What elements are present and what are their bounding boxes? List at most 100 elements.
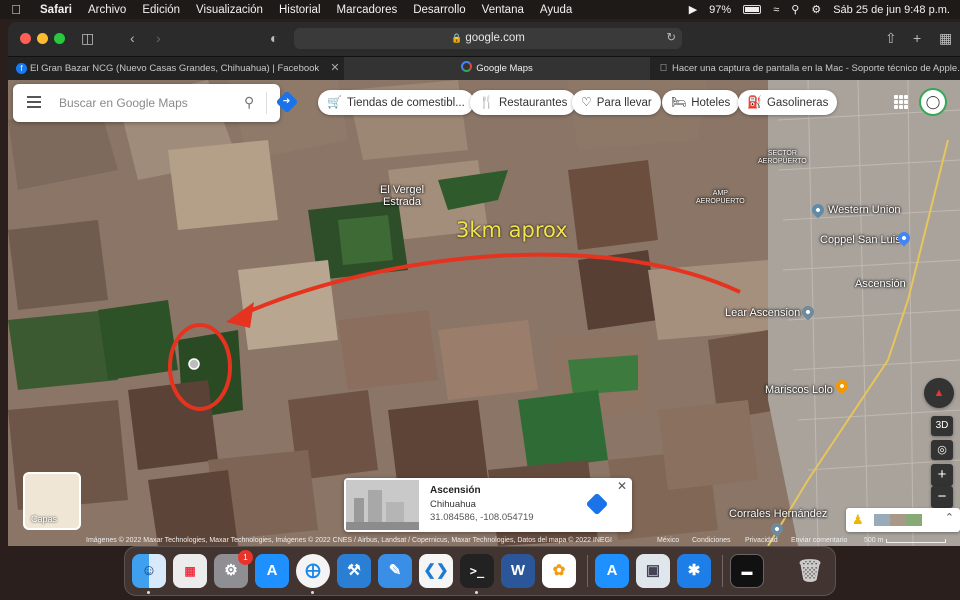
terms-link[interactable]: Condiciones (692, 536, 731, 546)
label-lear[interactable]: Lear Ascension (725, 307, 800, 319)
apple-icon:  (658, 63, 669, 74)
place-info-card[interactable]: Ascensión Chihuahua 31.084586, -108.0547… (344, 478, 632, 532)
clock[interactable]: Sáb 25 de jun 9:48 p.m. (833, 4, 950, 16)
dock: ☺ ▦ ⚙ 1 A ⨁ ⚒ ✎ ❮❯ >_ W ✿ A ▣ ✱ ▬ 🗑 (124, 546, 836, 596)
launchpad-icon[interactable]: ▦ (173, 554, 207, 588)
search-icon[interactable]: ⚲ (244, 94, 254, 111)
menu-marcadores[interactable]: Marcadores (329, 4, 406, 16)
running-indicator (311, 591, 314, 594)
battery-percent[interactable]: 97% (709, 4, 731, 16)
menu-ventana[interactable]: Ventana (474, 4, 532, 16)
bluetooth-icon[interactable]: ✱ (677, 554, 711, 588)
zoom-window-button[interactable] (54, 33, 65, 44)
expand-chevron-icon[interactable]: ⌃ (945, 511, 954, 524)
tab-google-maps[interactable]: Google Maps (344, 57, 650, 80)
google-apps-icon[interactable] (894, 95, 908, 109)
label-ascension[interactable]: Ascensión (855, 278, 906, 290)
url-text: google.com (465, 32, 525, 44)
app-store-icon[interactable]: A (255, 554, 289, 588)
label-corrales[interactable]: Corrales Hernández (729, 508, 827, 520)
map-attribution: Imágenes © 2022 Maxar Technologies, Maxa… (8, 536, 960, 546)
share-icon[interactable]: ⇧ (885, 30, 897, 46)
privacy-shield-icon[interactable]: ◐ (270, 30, 278, 46)
card-directions-icon[interactable] (585, 492, 609, 516)
chip-gas-stations[interactable]: ⛽ Gasolineras (738, 90, 838, 115)
notification-badge: 1 (238, 550, 253, 565)
label-el-vergel[interactable]: El Vergel Estrada (380, 184, 424, 208)
label-amp-aeropuerto[interactable]: AMP AEROPUERTO (696, 190, 745, 206)
browser-toolbar: ◫ ‹ › ◐ 🔒 google.com ↻ ⇧ + ▦ (8, 22, 960, 56)
search-input[interactable] (59, 92, 229, 114)
place-thumbnail[interactable] (346, 480, 419, 530)
preview-icon[interactable]: ▣ (636, 554, 670, 588)
label-coppel[interactable]: Coppel San Luis (820, 234, 901, 246)
scale-label[interactable]: 500 m (864, 536, 883, 546)
google-icon (461, 61, 473, 72)
menu-desarrollo[interactable]: Desarrollo (405, 4, 473, 16)
place-coordinates: 31.084586, -108.054719 (430, 512, 534, 523)
my-location-button[interactable]: ◎ (931, 440, 953, 460)
menu-edicion[interactable]: Edición (134, 4, 188, 16)
tab-close-button[interactable]: ✕ (326, 57, 344, 80)
close-window-button[interactable] (20, 33, 31, 44)
card-close-icon[interactable]: ✕ (617, 479, 627, 493)
photos-icon[interactable]: ✿ (542, 554, 576, 588)
chip-restaurants[interactable]: 🍴 Restaurantes (470, 90, 577, 115)
chip-groceries[interactable]: 🛒 Tiendas de comestibl... (318, 90, 474, 115)
search-box: ⚲ (13, 84, 280, 122)
chip-takeout[interactable]: ♡ Para llevar (572, 90, 661, 115)
terminal-icon[interactable]: >_ (460, 554, 494, 588)
menu-historial[interactable]: Historial (271, 4, 329, 16)
bed-icon: 🛏 (671, 95, 687, 109)
xcode-icon[interactable]: ⚒ (337, 554, 371, 588)
back-icon[interactable]: ‹ (130, 30, 135, 46)
menu-safari[interactable]: Safari (32, 4, 80, 16)
word-icon[interactable]: W (501, 554, 535, 588)
tab-apple-support[interactable]:  Hacer una captura de pantalla en la Ma… (650, 57, 960, 80)
wifi-icon[interactable]: ≈ (773, 4, 779, 16)
forward-icon[interactable]: › (156, 30, 161, 46)
zoom-out-button[interactable]: − (931, 486, 953, 508)
account-avatar[interactable]: ◯ (919, 88, 947, 116)
apple-menu-icon[interactable]:  (0, 2, 32, 17)
new-tab-icon[interactable]: + (913, 30, 921, 46)
tab-facebook[interactable]: f El Gran Bazar NCG (Nuevo Casas Grandes… (8, 57, 326, 80)
now-playing-icon[interactable]: ▶ (689, 3, 697, 16)
battery-icon[interactable] (743, 5, 762, 14)
label-mariscos[interactable]: Mariscos Lolo (765, 384, 833, 396)
system-settings-icon[interactable]: ⚙ 1 (214, 550, 253, 588)
control-center-icon[interactable]: ⚙ (811, 3, 821, 16)
pegman-icon[interactable]: ♟ (852, 512, 864, 528)
hamburger-menu-icon[interactable] (27, 96, 41, 111)
chip-hotels[interactable]: 🛏 Hoteles (662, 90, 740, 115)
menu-ayuda[interactable]: Ayuda (532, 4, 580, 16)
safari-icon[interactable]: ⨁ (296, 554, 330, 588)
view-3d-button[interactable]: 3D (931, 416, 953, 436)
spotlight-icon[interactable]: ⚲ (791, 3, 799, 16)
zoom-in-button[interactable]: + (931, 464, 953, 486)
reload-icon[interactable]: ↻ (666, 28, 676, 49)
my-location-icon: ◎ (937, 444, 947, 456)
screen-window-icon[interactable]: ▬ (730, 554, 764, 588)
map-canvas[interactable]: El Vergel Estrada SECTOR AEROPUERTO AMP … (8, 80, 960, 546)
compass-control[interactable]: ▲ (924, 378, 954, 408)
address-bar[interactable]: 🔒 google.com ↻ (294, 28, 682, 49)
menu-archivo[interactable]: Archivo (80, 4, 134, 16)
trash-icon[interactable]: 🗑 (793, 554, 827, 588)
tab-overview-icon[interactable]: ▦ (939, 30, 952, 46)
instruments-icon[interactable]: A (595, 554, 629, 588)
minimize-window-button[interactable] (37, 33, 48, 44)
running-indicator (475, 591, 478, 594)
label-western-union[interactable]: Western Union (828, 204, 901, 216)
feedback-link[interactable]: Enviar comentario (791, 536, 847, 546)
menu-visualizacion[interactable]: Visualización (188, 4, 271, 16)
sidebar-toggle-icon[interactable]: ◫ (81, 30, 94, 46)
label-sector-aeropuerto[interactable]: SECTOR AEROPUERTO (758, 150, 807, 166)
finder-icon[interactable]: ☺ (132, 554, 166, 588)
privacy-link[interactable]: Privacidad (745, 536, 778, 546)
vscode-icon[interactable]: ❮❯ (419, 554, 453, 588)
country-link[interactable]: México (657, 536, 679, 546)
layers-button[interactable]: Capas (23, 472, 81, 530)
simulator-icon[interactable]: ✎ (378, 554, 412, 588)
imagery-thumbnails[interactable] (874, 514, 922, 526)
